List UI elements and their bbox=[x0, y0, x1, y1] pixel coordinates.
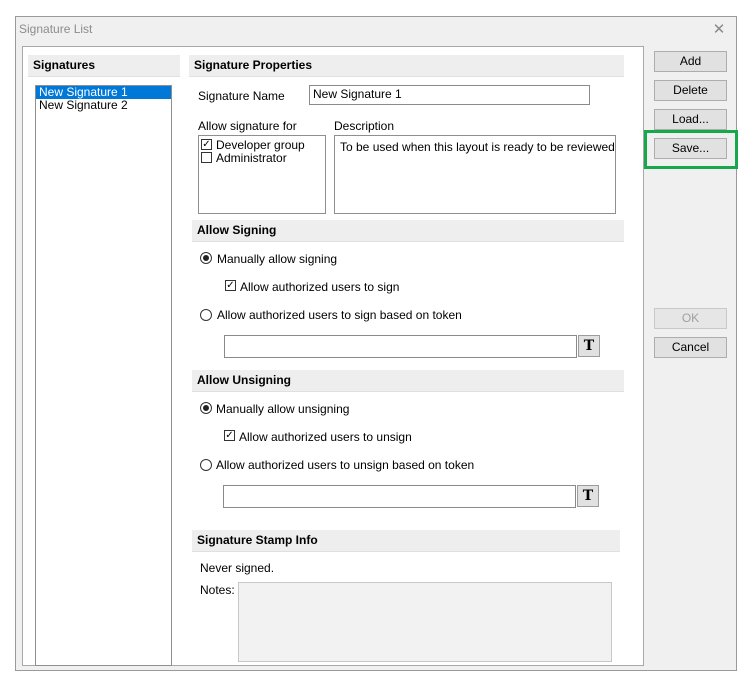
allow-unsigning-header: Allow Unsigning bbox=[192, 370, 624, 392]
manually-allow-unsigning-label: Manually allow unsigning bbox=[216, 402, 350, 416]
developer-group-label: Developer group bbox=[216, 138, 305, 152]
allow-authorized-unsign-checkbox[interactable]: ✓ bbox=[224, 430, 235, 441]
unsign-token-input[interactable] bbox=[223, 485, 576, 508]
description-textarea[interactable]: To be used when this layout is ready to … bbox=[334, 135, 616, 214]
unsign-token-button[interactable]: T bbox=[577, 485, 599, 507]
save-button-highlight bbox=[644, 130, 738, 169]
close-icon[interactable]: ✕ bbox=[709, 21, 729, 39]
signature-name-label: Signature Name bbox=[198, 89, 285, 103]
signature-item-2[interactable]: New Signature 2 bbox=[36, 99, 171, 112]
sign-token-button[interactable]: T bbox=[578, 335, 600, 357]
manually-allow-signing-radio[interactable] bbox=[200, 252, 212, 264]
load-button[interactable]: Load... bbox=[654, 109, 727, 130]
allow-authorized-sign-label: Allow authorized users to sign bbox=[240, 280, 400, 294]
unsign-based-on-token-radio[interactable] bbox=[200, 459, 212, 471]
administrator-label: Administrator bbox=[216, 151, 287, 165]
add-button[interactable]: Add bbox=[654, 51, 727, 72]
sign-based-on-token-label: Allow authorized users to sign based on … bbox=[217, 308, 462, 322]
signature-name-input[interactable]: New Signature 1 bbox=[309, 85, 590, 105]
manually-allow-signing-label: Manually allow signing bbox=[217, 252, 338, 266]
delete-button[interactable]: Delete bbox=[654, 80, 727, 101]
notes-field[interactable] bbox=[238, 582, 612, 662]
window-title: Signature List bbox=[19, 22, 93, 36]
sign-based-on-token-radio[interactable] bbox=[200, 309, 212, 321]
notes-label: Notes: bbox=[200, 583, 235, 597]
developer-group-checkbox[interactable]: ✓ bbox=[201, 139, 212, 150]
signatures-header: Signatures bbox=[28, 55, 180, 77]
signature-stamp-info-header: Signature Stamp Info bbox=[192, 530, 620, 552]
allow-authorized-sign-checkbox[interactable]: ✓ bbox=[225, 280, 236, 291]
cancel-button[interactable]: Cancel bbox=[654, 337, 727, 358]
allow-authorized-unsign-label: Allow authorized users to unsign bbox=[239, 430, 412, 444]
manually-allow-unsigning-radio[interactable] bbox=[200, 402, 212, 414]
stamp-status: Never signed. bbox=[200, 561, 275, 575]
description-label: Description bbox=[334, 119, 395, 133]
allow-signing-header: Allow Signing bbox=[192, 220, 624, 242]
sign-token-input[interactable] bbox=[224, 335, 577, 358]
ok-button[interactable]: OK bbox=[654, 308, 727, 329]
unsign-based-on-token-label: Allow authorized users to unsign based o… bbox=[216, 458, 475, 472]
signature-properties-header: Signature Properties bbox=[189, 55, 624, 77]
administrator-checkbox[interactable] bbox=[201, 152, 212, 163]
allow-signature-for-label: Allow signature for bbox=[198, 119, 297, 133]
signatures-listbox[interactable]: New Signature 1 New Signature 2 bbox=[35, 85, 172, 666]
